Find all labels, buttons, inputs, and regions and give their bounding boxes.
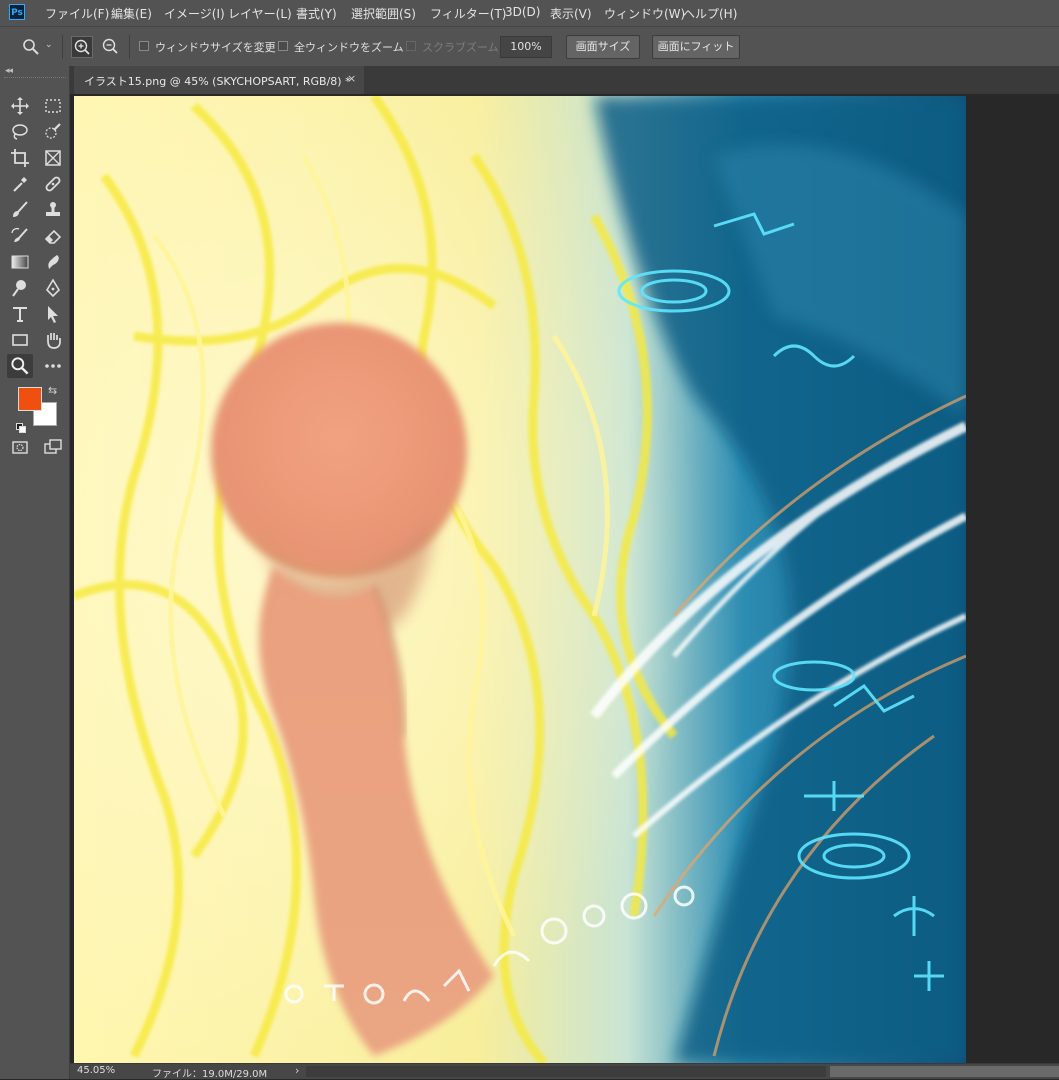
- zoom-tool-icon[interactable]: [7, 354, 33, 378]
- hand-tool-icon[interactable]: [42, 329, 64, 351]
- tools-panel: ◂◂ ⇆: [0, 66, 70, 1079]
- document-tab-bar: イラスト15.png @ 45% (SKYCHOPSART, RGB/8) * …: [70, 66, 1059, 94]
- zoom-out-button[interactable]: [100, 36, 122, 58]
- menu-layer[interactable]: レイヤー(L): [228, 5, 292, 22]
- zoom-out-icon: [102, 38, 118, 54]
- status-bar: 45.05% ファイル：19.0M/29.0M › ‹: [70, 1063, 1059, 1080]
- artwork-image[interactable]: [74, 96, 966, 1063]
- history-brush-tool-icon[interactable]: [9, 225, 31, 247]
- lasso-tool-icon[interactable]: [9, 121, 31, 143]
- fit-screen-button[interactable]: 画面にフィット: [652, 35, 740, 59]
- document-tab[interactable]: イラスト15.png @ 45% (SKYCHOPSART, RGB/8) * …: [74, 66, 364, 94]
- menu-filter[interactable]: フィルター(T): [430, 5, 506, 22]
- menu-image[interactable]: イメージ(I): [164, 5, 225, 22]
- menu-select[interactable]: 選択範囲(S): [351, 5, 416, 22]
- collapse-panel-icon[interactable]: ◂◂: [5, 66, 13, 76]
- horizontal-scrollbar-thumb[interactable]: [830, 1066, 1059, 1077]
- brush-tool-icon[interactable]: [9, 199, 31, 221]
- swap-colors-icon[interactable]: ⇆: [48, 384, 57, 397]
- resize-windows-checkbox[interactable]: [139, 41, 149, 51]
- gradient-tool-icon[interactable]: [9, 251, 31, 273]
- eraser-tool-icon[interactable]: [42, 225, 64, 247]
- options-bar: ⌄ ウィンドウサイズを変更 全ウィンドウをズーム スクラブズーム 100% 画面…: [0, 26, 1059, 66]
- menu-window[interactable]: ウィンドウ(W): [604, 5, 685, 22]
- zoom-in-button[interactable]: [71, 36, 93, 58]
- screen-mode-icon[interactable]: [42, 436, 64, 458]
- pen-tool-icon[interactable]: [42, 277, 64, 299]
- panel-grip[interactable]: [4, 77, 66, 80]
- frame-tool-icon[interactable]: [42, 147, 64, 169]
- zoom-all-windows-checkbox[interactable]: [278, 41, 288, 51]
- zoom-percent-field[interactable]: 100%: [500, 36, 552, 58]
- canvas-area[interactable]: [70, 94, 1059, 1063]
- healing-brush-tool-icon[interactable]: [42, 173, 64, 195]
- zoom-all-windows-label: 全ウィンドウをズーム: [294, 41, 404, 54]
- fill-screen-button[interactable]: 画面サイズ: [566, 35, 640, 59]
- status-zoom-field[interactable]: 45.05%: [77, 1065, 115, 1076]
- rectangle-tool-icon[interactable]: [9, 329, 31, 351]
- crop-tool-icon[interactable]: [9, 147, 31, 169]
- horizontal-scrollbar-track[interactable]: [306, 1066, 826, 1077]
- menu-type[interactable]: 書式(Y): [296, 5, 337, 22]
- marquee-tool-icon[interactable]: [42, 95, 64, 117]
- close-icon[interactable]: ×: [347, 72, 356, 85]
- quick-mask-icon[interactable]: [9, 436, 31, 458]
- chevron-right-icon[interactable]: ›: [295, 1064, 299, 1077]
- path-selection-tool-icon[interactable]: [42, 303, 64, 325]
- scrubby-zoom-label: スクラブズーム: [422, 41, 499, 54]
- menu-file[interactable]: ファイル(F): [45, 5, 109, 22]
- divider: [62, 35, 63, 59]
- chevron-down-icon[interactable]: ⌄: [45, 40, 53, 50]
- smudge-tool-icon[interactable]: [42, 251, 64, 273]
- photoshop-logo-icon: Ps: [9, 4, 25, 20]
- menu-edit[interactable]: 編集(E): [111, 5, 152, 22]
- document-tab-title: イラスト15.png @ 45% (SKYCHOPSART, RGB/8) *: [84, 75, 351, 88]
- dodge-tool-icon[interactable]: [9, 277, 31, 299]
- resize-windows-label: ウィンドウサイズを変更: [155, 41, 276, 54]
- type-tool-icon[interactable]: [9, 303, 31, 325]
- more-tools-icon[interactable]: [42, 355, 64, 377]
- divider: [129, 35, 130, 59]
- menu-3d[interactable]: 3D(D): [505, 5, 540, 19]
- move-tool-icon[interactable]: [9, 95, 31, 117]
- eyedropper-tool-icon[interactable]: [9, 173, 31, 195]
- clone-stamp-tool-icon[interactable]: [42, 199, 64, 221]
- scrubby-zoom-checkbox: [406, 41, 416, 51]
- status-file-info: ファイル：19.0M/29.0M: [152, 1069, 268, 1080]
- foreground-color-swatch[interactable]: [18, 387, 42, 411]
- menu-help[interactable]: ヘルプ(H): [683, 5, 737, 22]
- menu-view[interactable]: 表示(V): [550, 5, 592, 22]
- zoom-in-icon: [74, 39, 90, 55]
- default-colors-icon[interactable]: [16, 418, 26, 433]
- zoom-tool-preset-icon[interactable]: [22, 38, 40, 56]
- menu-bar: Ps ファイル(F) 編集(E) イメージ(I) レイヤー(L) 書式(Y) 選…: [0, 0, 1059, 26]
- quick-selection-tool-icon[interactable]: [42, 121, 64, 143]
